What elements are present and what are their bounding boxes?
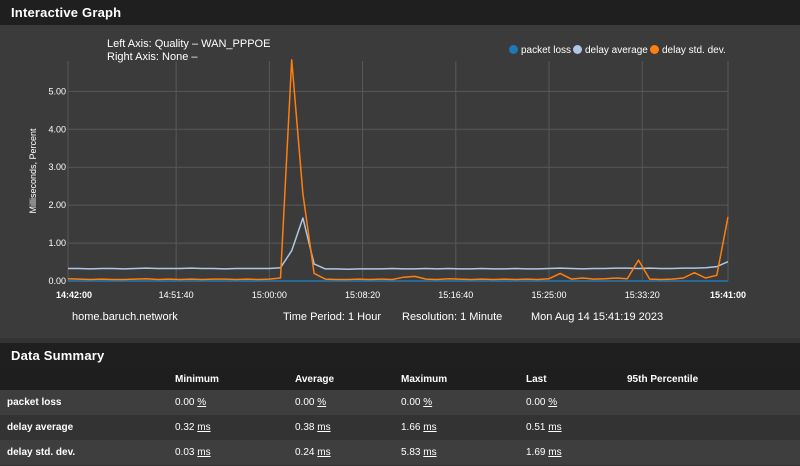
host-name: home.baruch.network [72,311,178,323]
unit-ms: ms [423,447,437,458]
timestamp: Mon Aug 14 15:41:19 2023 [531,311,664,323]
unit-percent: % [197,397,207,408]
unit-percent: % [423,397,433,408]
y-tick-label: 5.00 [48,86,66,96]
header-95th-percentile: 95th Percentile [627,368,800,390]
cell-95th-percentile [627,440,800,465]
x-tick-label: 14:51:40 [159,290,194,300]
cell-average: 0.24 ms [295,440,401,465]
row-label: packet loss [0,390,175,415]
unit-ms: ms [423,422,437,433]
cell-maximum: 1.66 ms [401,415,526,440]
unit-percent: % [317,397,327,408]
header-last: Last [526,368,627,390]
header-average: Average [295,368,401,390]
cell-maximum: 0.00 % [401,390,526,415]
unit-ms: ms [548,447,562,458]
x-tick-label: 15:08:20 [345,290,380,300]
table-row: delay std. dev. 0.03 ms 0.24 ms 5.83 ms … [0,440,800,465]
x-tick-label: 15:33:20 [625,290,660,300]
summary-header-row: Minimum Average Maximum Last 95th Percen… [0,368,800,390]
cell-last: 0.51 ms [526,415,627,440]
x-tick-label: 15:41:00 [710,290,746,300]
cell-last: 0.00 % [526,390,627,415]
summary-title: Data Summary [0,343,800,368]
x-tick-label: 14:42:00 [56,290,92,300]
cell-average: 0.38 ms [295,415,401,440]
row-label: delay average [0,415,175,440]
unit-ms: ms [548,422,562,433]
resolution: Resolution: 1 Minute [402,311,503,323]
x-tick-label: 15:16:40 [438,290,473,300]
unit-ms: ms [317,447,331,458]
cell-95th-percentile [627,390,800,415]
y-axis-label: Milliseconds, Percent [28,128,38,214]
time-period: Time Period: 1 Hour [283,311,382,323]
cell-average: 0.00 % [295,390,401,415]
cell-minimum: 0.03 ms [175,440,295,465]
row-label: delay std. dev. [0,440,175,465]
cell-minimum: 0.00 % [175,390,295,415]
graph-panel: Interactive Graph Left Axis: Quality – W… [0,0,800,338]
header-minimum: Minimum [175,368,295,390]
table-row: delay average 0.32 ms 0.38 ms 1.66 ms 0.… [0,415,800,440]
series-delay-std-dev [67,59,729,281]
series-delay-average [68,217,729,270]
y-tick-label: 4.00 [48,124,66,134]
header-blank [0,368,175,390]
cell-maximum: 5.83 ms [401,440,526,465]
y-tick-label: 3.00 [48,162,66,172]
x-tick-label: 15:00:00 [252,290,287,300]
unit-ms: ms [197,422,211,433]
y-tick-label: 1.00 [48,238,66,248]
header-maximum: Maximum [401,368,526,390]
line-chart[interactable]: 0.00 1.00 2.00 3.00 4.00 5.00 14:42:00 14:51:40… [0,0,800,338]
y-tick-label: 0.00 [48,276,66,286]
y-tick-label: 2.00 [48,200,66,210]
unit-ms: ms [197,447,211,458]
cell-last: 1.69 ms [526,440,627,465]
x-tick-label: 15:25:00 [531,290,566,300]
unit-percent: % [548,397,558,408]
unit-ms: ms [317,422,331,433]
table-row: packet loss 0.00 % 0.00 % 0.00 % 0.00 % [0,390,800,415]
cell-95th-percentile [627,415,800,440]
cell-minimum: 0.32 ms [175,415,295,440]
summary-table: Minimum Average Maximum Last 95th Percen… [0,368,800,465]
